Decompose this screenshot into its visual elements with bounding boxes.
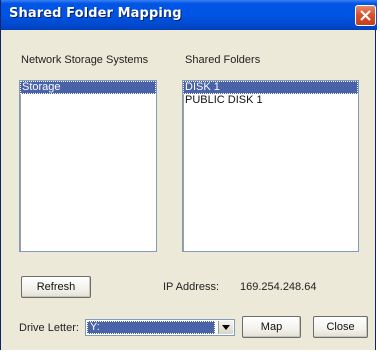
drive-letter-label: Drive Letter:	[19, 322, 79, 334]
close-window-button[interactable]	[355, 5, 376, 26]
close-icon	[360, 10, 371, 21]
ip-address-value: 169.254.248.64	[240, 281, 317, 293]
shared-folders-list[interactable]: DISK 1 PUBLIC DISK 1	[182, 80, 359, 252]
close-button[interactable]: Close	[313, 316, 368, 338]
chevron-down-icon	[222, 325, 230, 330]
window-title: Shared Folder Mapping	[9, 6, 182, 21]
dialog-body: Network Storage Systems Shared Folders S…	[1, 30, 375, 350]
drive-letter-value: Y:	[87, 321, 215, 334]
shared-folders-label: Shared Folders	[185, 54, 261, 66]
list-item-disk-1[interactable]: DISK 1	[183, 81, 358, 94]
ip-address-label: IP Address:	[163, 281, 220, 293]
map-button[interactable]: Map	[242, 316, 301, 338]
network-storage-label: Network Storage Systems	[21, 54, 149, 66]
drive-letter-select[interactable]: Y:	[85, 319, 235, 336]
list-item-public-disk-1[interactable]: PUBLIC DISK 1	[183, 94, 358, 107]
title-bar[interactable]: Shared Folder Mapping	[1, 0, 377, 30]
shared-folder-mapping-dialog: Shared Folder Mapping Network Storage Sy…	[0, 0, 377, 350]
refresh-button[interactable]: Refresh	[21, 276, 91, 298]
list-item-storage[interactable]: Storage	[20, 81, 156, 94]
network-storage-list[interactable]: Storage	[19, 80, 157, 252]
drive-letter-dropdown-button[interactable]	[218, 321, 233, 334]
